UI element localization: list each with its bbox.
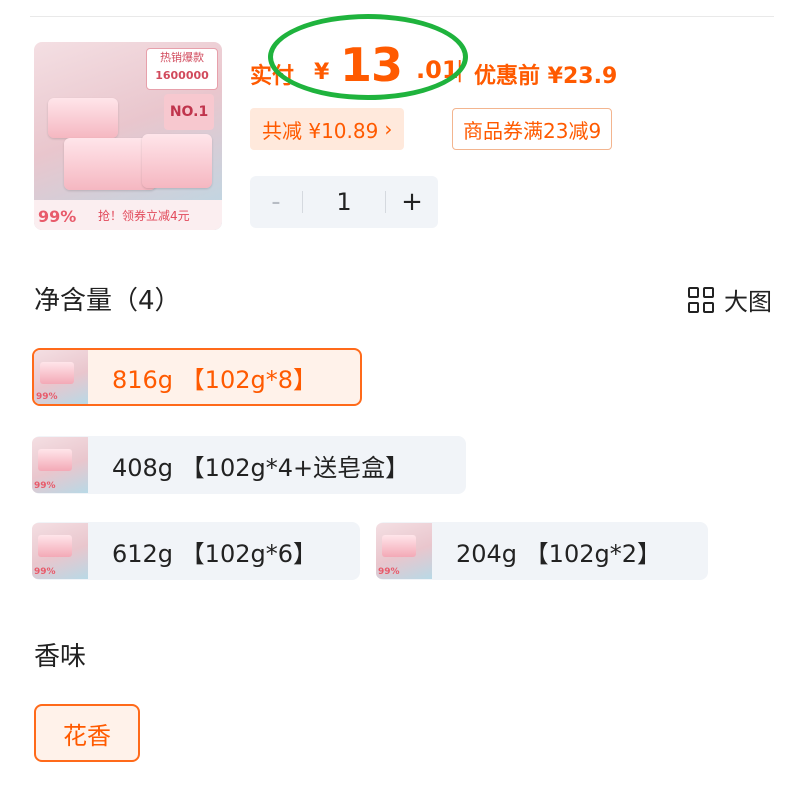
- spec-section-title: 净含量（4）: [34, 286, 181, 316]
- highlight-circle-annotation: [268, 14, 468, 100]
- option-label: 816g 【102g*8】: [112, 365, 317, 394]
- spec-option-408g[interactable]: 99% 408g 【102g*4+送皂盒】: [32, 436, 466, 494]
- option-label: 612g 【102g*6】: [112, 539, 317, 568]
- total-discount-chip[interactable]: 共减 ¥10.89 ›: [250, 108, 405, 150]
- option-thumbnail: 99%: [32, 523, 88, 579]
- big-view-label: 大图: [724, 288, 772, 316]
- thumb-promo-text: 抢！领券立减4元: [98, 209, 190, 223]
- quantity-value[interactable]: 1: [303, 188, 385, 216]
- grid-icon: [688, 286, 714, 313]
- spec-option-612g[interactable]: 99% 612g 【102g*6】: [32, 522, 360, 580]
- price-before-discount: 优惠前 ¥23.9: [474, 64, 618, 89]
- spec-option-204g[interactable]: 99% 204g 【102g*2】: [376, 522, 708, 580]
- decrease-button[interactable]: -: [250, 187, 302, 217]
- quantity-stepper: - 1 +: [250, 176, 438, 228]
- option-thumbnail: 99%: [376, 523, 432, 579]
- total-discount-text: 共减 ¥10.89: [262, 118, 379, 143]
- option-label: 408g 【102g*4+送皂盒】: [112, 453, 410, 482]
- option-thumbnail: 99%: [32, 437, 88, 493]
- increase-button[interactable]: +: [386, 187, 438, 217]
- scent-option-floral[interactable]: 花香: [34, 704, 140, 762]
- scent-section-title: 香味: [34, 642, 87, 672]
- option-thumbnail: 99%: [34, 350, 88, 404]
- product-thumbnail[interactable]: 热销爆款 1600000 NO.1 99% 抢！领券立减4元: [34, 42, 222, 230]
- sales-stamp: 热销爆款 1600000: [146, 48, 218, 90]
- big-view-toggle[interactable]: 大图: [688, 282, 772, 317]
- rank-badge: NO.1: [164, 94, 214, 130]
- product-pack-image: [48, 98, 118, 138]
- coupon-chip[interactable]: 商品券满23减9: [452, 108, 613, 150]
- option-label: 204g 【102g*2】: [456, 539, 661, 568]
- product-pack-image: [142, 134, 212, 188]
- spec-option-816g[interactable]: 99% 816g 【102g*8】: [32, 348, 362, 406]
- chevron-right-icon: ›: [384, 117, 393, 141]
- thumb-percent: 99%: [38, 207, 77, 226]
